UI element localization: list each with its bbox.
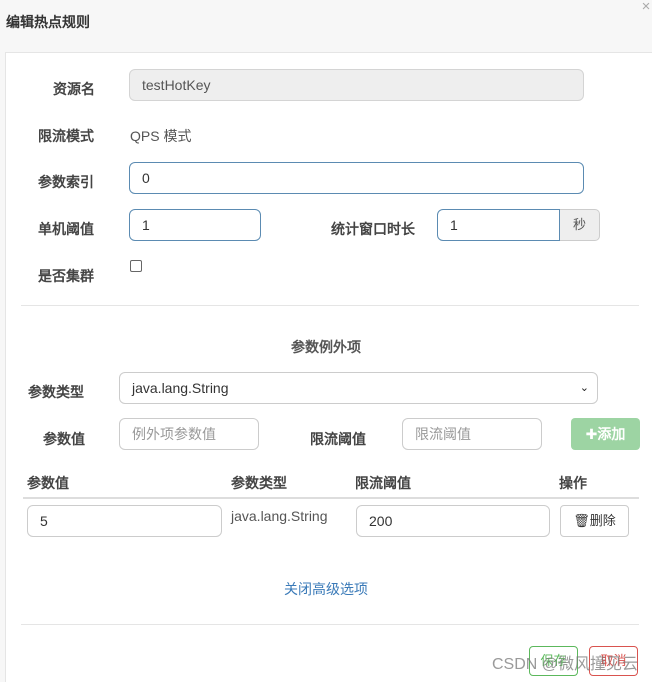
modal-title: 编辑热点规则 bbox=[6, 14, 90, 30]
plus-icon: ✚ bbox=[585, 426, 598, 442]
table-header-limit: 限流阈值 bbox=[355, 475, 411, 491]
resource-input: testHotKey bbox=[129, 69, 584, 101]
row-value-input[interactable]: 5 bbox=[27, 505, 222, 537]
exception-limit-input[interactable]: 限流阈值 bbox=[402, 418, 542, 450]
mode-value: QPS 模式 bbox=[130, 128, 192, 144]
table-header-value: 参数值 bbox=[27, 475, 69, 491]
watermark: CSDN @微风撞见云 bbox=[491, 656, 638, 673]
window-unit-addon: 秒 bbox=[560, 209, 600, 241]
param-index-label: 参数索引 bbox=[38, 174, 94, 190]
modal-header: 编辑热点规则 × bbox=[0, 0, 652, 46]
mode-label: 限流模式 bbox=[38, 128, 94, 144]
exceptions-title: 参数例外项 bbox=[291, 339, 361, 355]
exception-value-input[interactable]: 例外项参数值 bbox=[119, 418, 259, 450]
chevron-down-icon: ⌄ bbox=[579, 382, 589, 394]
exception-value-label: 参数值 bbox=[43, 431, 85, 447]
divider bbox=[21, 305, 639, 306]
delete-row-button[interactable]: 🗑删除 bbox=[560, 505, 629, 537]
resource-label: 资源名 bbox=[53, 81, 95, 97]
trash-icon: 🗑 bbox=[573, 513, 590, 528]
table-header-divider bbox=[23, 497, 639, 499]
close-icon[interactable]: × bbox=[640, 0, 652, 14]
threshold-input[interactable]: 1 bbox=[129, 209, 261, 241]
cluster-checkbox[interactable] bbox=[130, 260, 142, 272]
add-button-label: 添加 bbox=[597, 426, 626, 442]
window-label: 统计窗口时长 bbox=[331, 221, 415, 237]
row-limit-input[interactable]: 200 bbox=[356, 505, 550, 537]
row-type: java.lang.String bbox=[231, 508, 328, 524]
table-header-type: 参数类型 bbox=[231, 475, 287, 491]
exception-type-label: 参数类型 bbox=[28, 384, 84, 400]
modal-body: 资源名 testHotKey 限流模式 QPS 模式 参数索引 0 单机阈值 1… bbox=[5, 52, 652, 682]
close-advanced-link[interactable]: 关闭高级选项 bbox=[284, 579, 368, 599]
exception-type-value: java.lang.String bbox=[132, 380, 229, 396]
exception-limit-label: 限流阈值 bbox=[310, 431, 366, 447]
add-exception-button[interactable]: ✚添加 bbox=[571, 418, 640, 450]
cluster-label: 是否集群 bbox=[38, 268, 94, 284]
delete-button-label: 删除 bbox=[589, 513, 616, 528]
footer-divider bbox=[21, 624, 639, 625]
table-header-action: 操作 bbox=[559, 475, 587, 491]
exception-type-select[interactable]: java.lang.String ⌄ bbox=[119, 372, 598, 404]
threshold-label: 单机阈值 bbox=[38, 221, 94, 237]
param-index-input[interactable]: 0 bbox=[129, 162, 584, 194]
window-input[interactable]: 1 bbox=[437, 209, 560, 241]
